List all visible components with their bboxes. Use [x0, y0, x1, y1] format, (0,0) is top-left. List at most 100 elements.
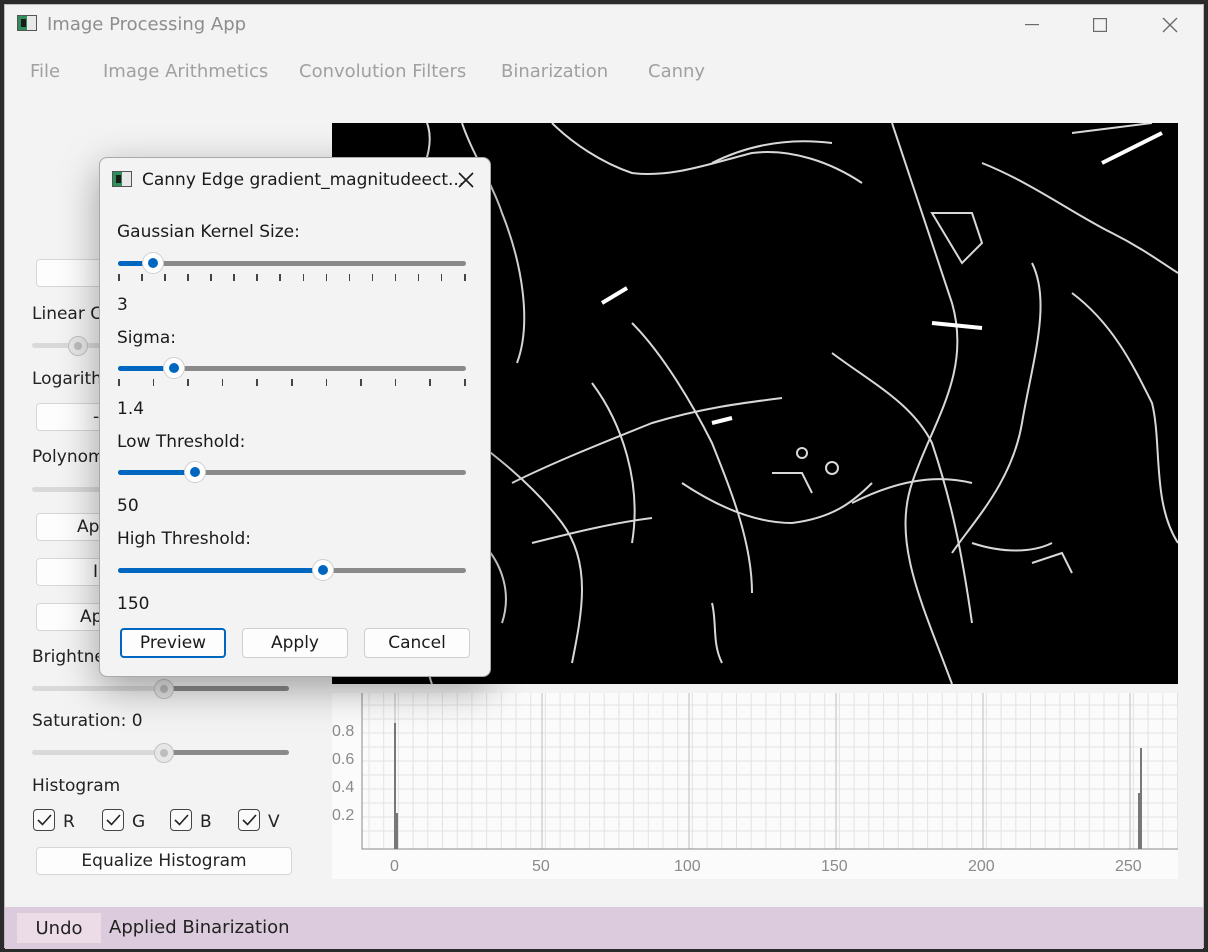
slider-tick: [440, 274, 443, 281]
slider-tick: [325, 274, 328, 281]
undo-button[interactable]: Undo: [17, 913, 101, 943]
saturation-label: Saturation: 0: [32, 711, 143, 731]
x-tick-0: 0: [390, 858, 399, 875]
check-icon: [37, 814, 52, 826]
minimize-icon: [1025, 24, 1039, 26]
x-tick-100: 100: [674, 858, 701, 875]
menu-file[interactable]: File: [30, 61, 60, 82]
y-tick-0.8: 0.8: [332, 723, 354, 740]
histogram-plot: 0.8 0.6 0.4 0.2 0 50 100 150 200 250: [332, 693, 1178, 875]
low-threshold-knob[interactable]: [184, 461, 206, 483]
menu-image-arithmetics[interactable]: Image Arithmetics: [103, 61, 268, 82]
slider-tick: [371, 274, 374, 281]
slider-tick: [118, 379, 120, 386]
x-tick-200: 200: [968, 858, 995, 875]
y-tick-0.4: 0.4: [332, 779, 354, 796]
slider-tick: [291, 379, 293, 386]
slider-tick: [394, 274, 397, 281]
checkbox-r[interactable]: [33, 809, 55, 831]
cancel-button[interactable]: Cancel: [364, 628, 470, 658]
slider-tick: [187, 379, 189, 386]
y-tick-0.6: 0.6: [332, 751, 354, 768]
linear-contrast-knob[interactable]: [68, 336, 88, 356]
menu-binarization[interactable]: Binarization: [501, 61, 608, 82]
check-icon: [242, 814, 257, 826]
slider-tick: [464, 274, 466, 281]
slider-tick: [118, 274, 120, 281]
polynomial-label: Polynom: [32, 447, 105, 467]
kernel-size-ticks: [118, 274, 466, 282]
slider-tick: [164, 274, 166, 281]
close-icon: [458, 172, 474, 188]
slider-tick: [187, 274, 189, 281]
slider-tick: [464, 379, 466, 386]
preview-button[interactable]: Preview: [120, 628, 226, 658]
low-threshold-value: 50: [117, 496, 139, 516]
slider-tick: [360, 379, 362, 386]
sigma-label: Sigma:: [117, 328, 177, 348]
sigma-slider[interactable]: [118, 357, 466, 379]
checkbox-v[interactable]: [238, 809, 260, 831]
x-tick-150: 150: [821, 858, 848, 875]
checkbox-b-label: B: [200, 812, 212, 832]
saturation-track-left[interactable]: [32, 750, 162, 755]
slider-tick: [210, 274, 212, 281]
brightness-knob[interactable]: [154, 679, 174, 699]
sigma-knob[interactable]: [163, 357, 185, 379]
low-threshold-slider[interactable]: [118, 461, 466, 483]
maximize-icon: [1093, 18, 1107, 32]
x-tick-250: 250: [1115, 858, 1142, 875]
high-threshold-value: 150: [117, 594, 150, 614]
high-threshold-slider[interactable]: [118, 559, 466, 581]
canny-dialog: Canny Edge gradient_magnitudeect... Gaus…: [99, 157, 491, 677]
minimize-button[interactable]: [1009, 5, 1055, 45]
slider-tick: [279, 274, 281, 281]
window-title: Image Processing App: [47, 14, 247, 35]
checkbox-g-label: G: [132, 812, 146, 832]
menu-bar: File Image Arithmetics Convolution Filte…: [5, 51, 1203, 91]
close-button[interactable]: [1147, 5, 1193, 45]
equalize-histogram-button[interactable]: Equalize Histogram: [36, 847, 292, 875]
logarithmic-label: Logarithi: [32, 369, 107, 389]
slider-tick: [233, 274, 235, 281]
maximize-button[interactable]: [1077, 5, 1123, 45]
low-threshold-label: Low Threshold:: [117, 432, 246, 452]
slider-tick: [141, 274, 143, 281]
title-bar: Image Processing App: [5, 5, 1203, 45]
check-icon: [106, 814, 121, 826]
checkbox-r-label: R: [63, 812, 75, 832]
slider-tick: [152, 379, 155, 386]
status-bar: Undo Applied Binarization: [5, 907, 1203, 949]
status-message: Applied Binarization: [109, 917, 290, 938]
apply-button[interactable]: Apply: [242, 628, 348, 658]
kernel-size-value: 3: [117, 295, 128, 315]
saturation-track-right[interactable]: [162, 750, 289, 755]
brightness-track-left[interactable]: [32, 686, 162, 691]
app-icon: [17, 15, 37, 31]
kernel-size-knob[interactable]: [142, 252, 164, 274]
dialog-close-button[interactable]: [450, 164, 482, 196]
slider-tick: [221, 379, 224, 386]
check-icon: [174, 814, 189, 826]
kernel-size-slider[interactable]: [118, 252, 466, 274]
histogram-chart: 0.8 0.6 0.4 0.2 0 50 100 150 200 250: [332, 693, 1178, 879]
checkbox-v-label: V: [268, 812, 280, 832]
menu-convolution-filters[interactable]: Convolution Filters: [299, 61, 466, 82]
brightness-track-right[interactable]: [162, 686, 289, 691]
checkbox-b[interactable]: [170, 809, 192, 831]
checkbox-g[interactable]: [102, 809, 124, 831]
kernel-size-label: Gaussian Kernel Size:: [117, 222, 300, 242]
high-threshold-fill: [118, 568, 323, 573]
slider-tick: [348, 274, 351, 281]
saturation-knob[interactable]: [154, 743, 174, 763]
menu-canny[interactable]: Canny: [648, 61, 705, 82]
slider-tick: [325, 379, 328, 386]
high-threshold-knob[interactable]: [312, 559, 334, 581]
y-tick-0.2: 0.2: [332, 807, 354, 824]
slider-tick: [256, 274, 258, 281]
slider-tick: [394, 379, 397, 386]
slider-tick: [302, 274, 305, 281]
slider-tick: [429, 379, 431, 386]
sigma-value: 1.4: [117, 399, 145, 419]
histogram-label: Histogram: [32, 776, 121, 796]
